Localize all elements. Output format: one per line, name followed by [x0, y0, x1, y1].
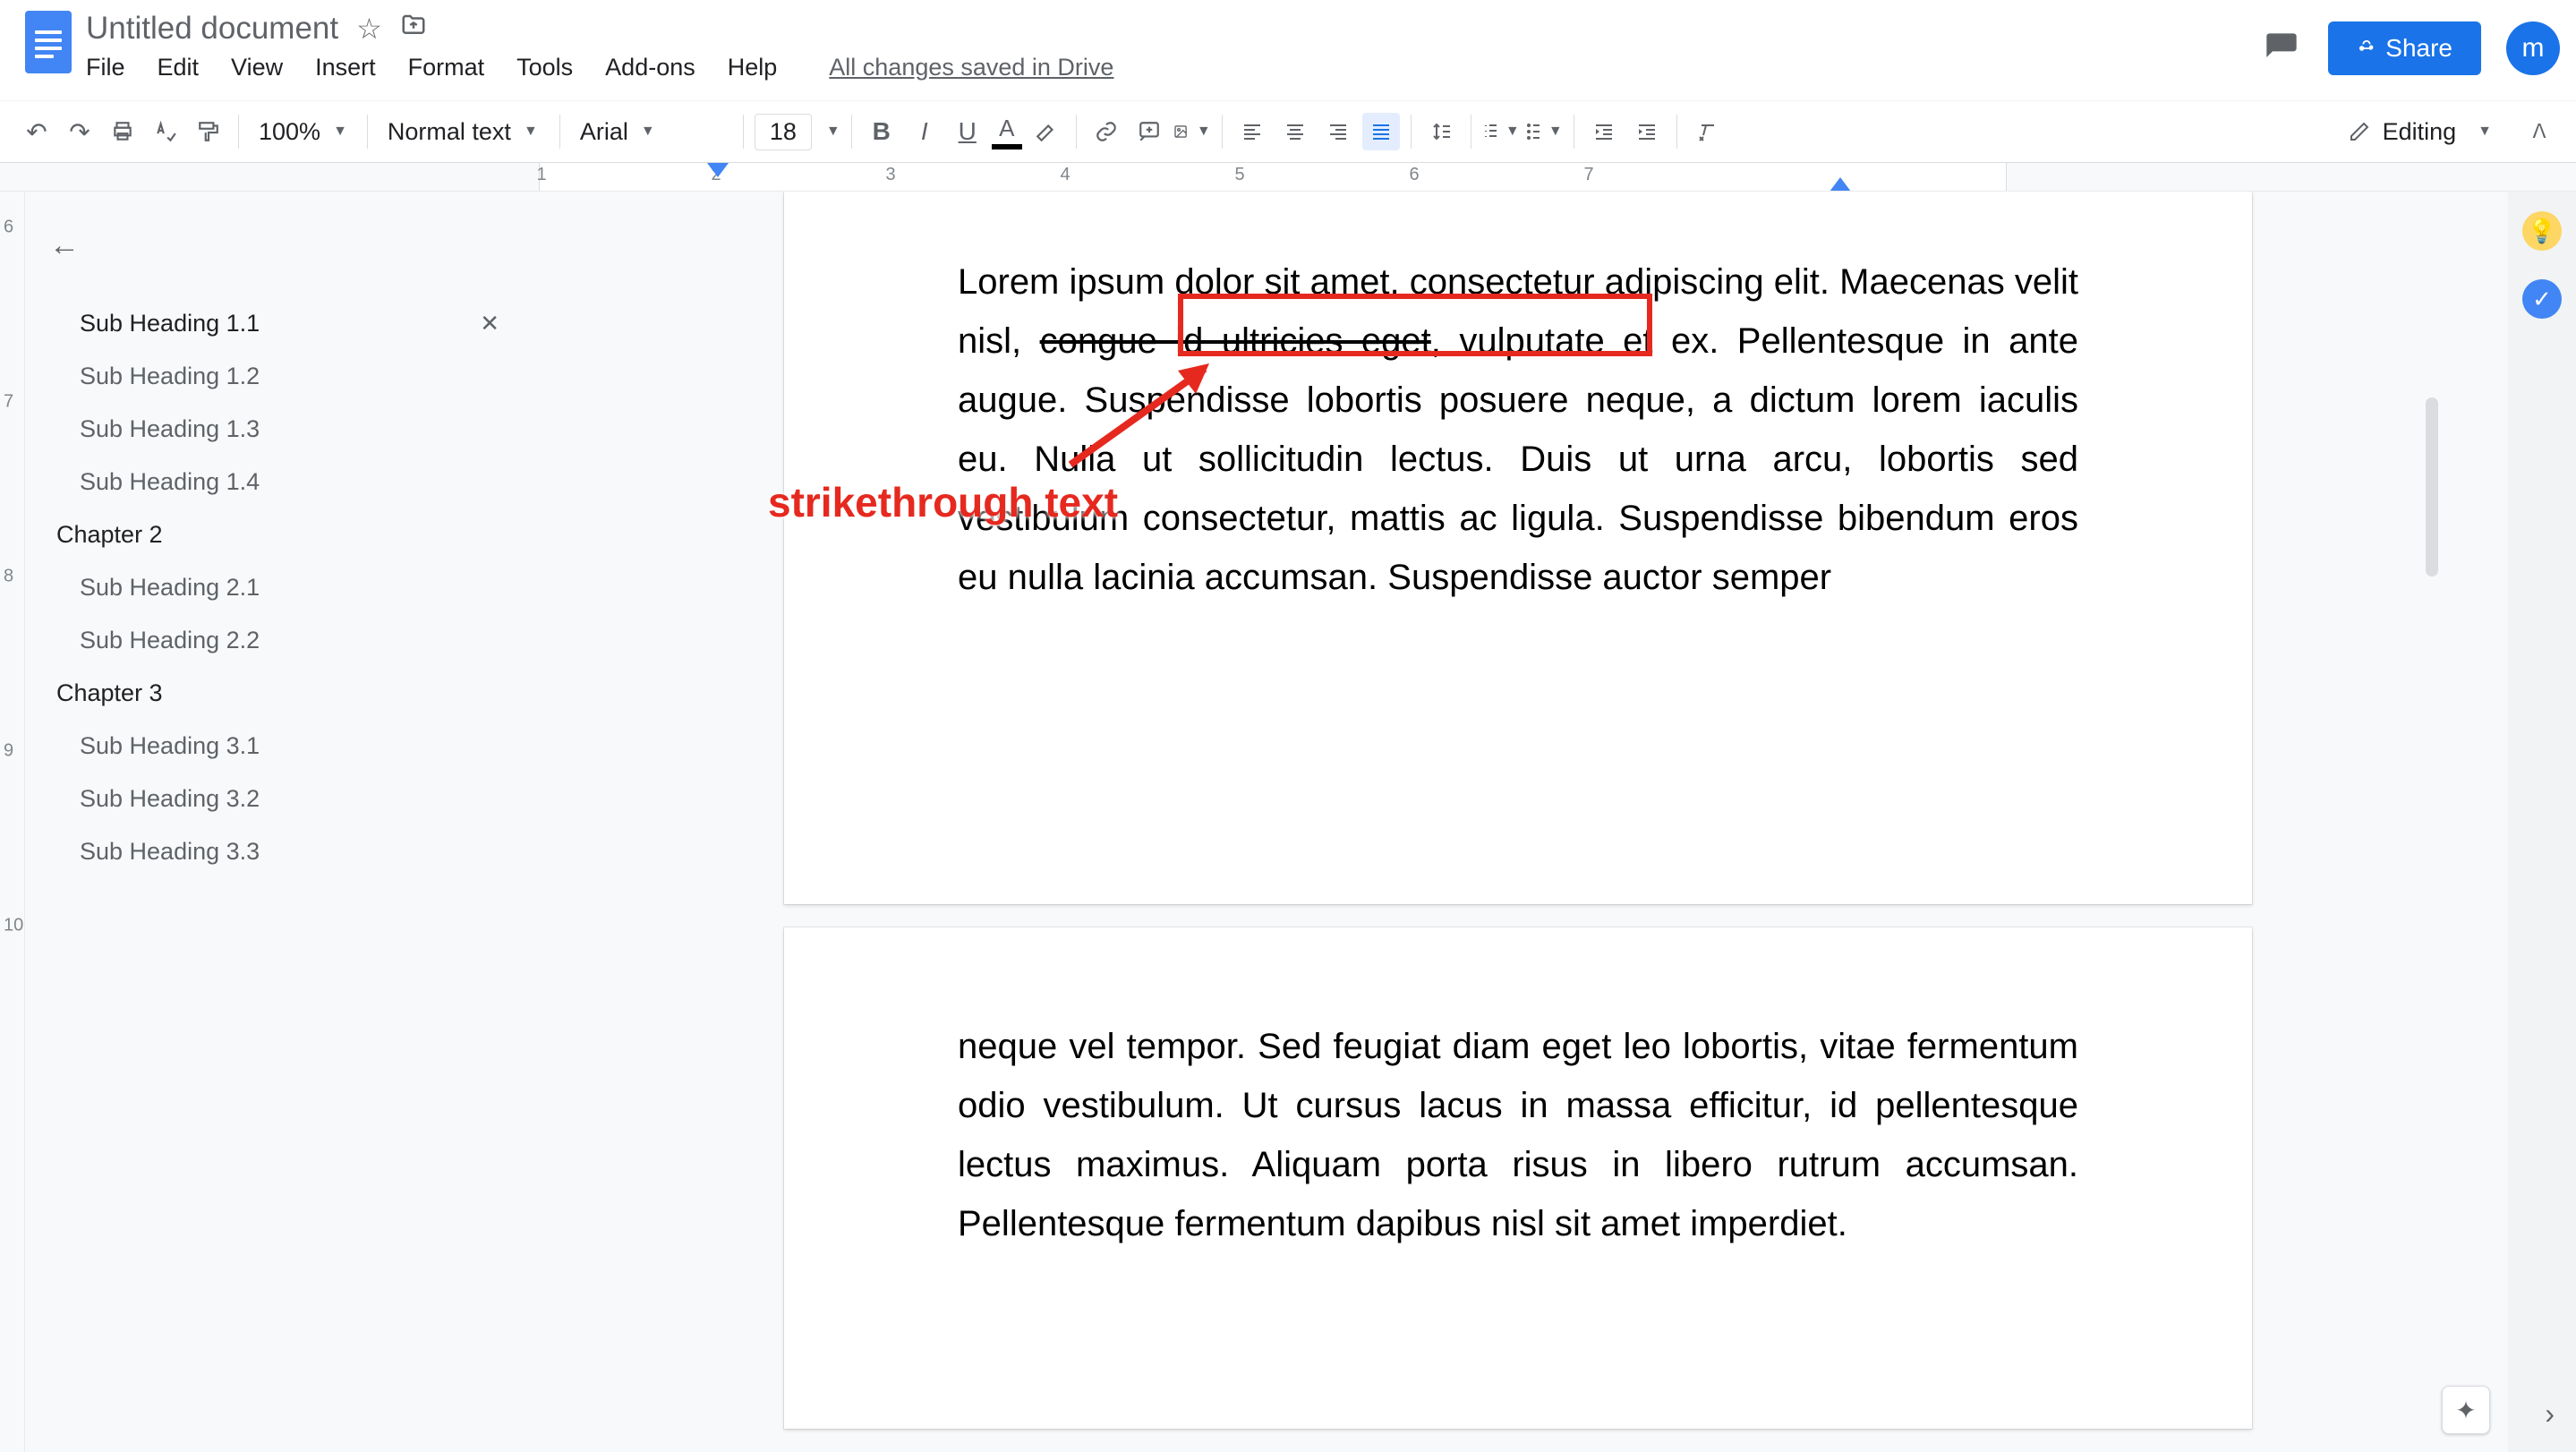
line-spacing-button[interactable] [1422, 113, 1460, 150]
outline-item-sub-heading-1-1[interactable]: Sub Heading 1.1 ✕ [43, 297, 510, 350]
scrollbar-thumb[interactable] [2426, 397, 2438, 577]
outline-item-sub-heading-1-2[interactable]: Sub Heading 1.2 [43, 350, 510, 403]
vruler-mark: 6 [4, 218, 13, 238]
paint-format-button[interactable] [190, 113, 227, 150]
document-page-1[interactable]: Lorem ipsum dolor sit amet, consectetur … [784, 192, 2252, 904]
bold-button[interactable]: B [863, 113, 900, 150]
right-indent-marker[interactable] [1830, 177, 1851, 192]
menu-edit[interactable]: Edit [158, 54, 200, 81]
menu-file[interactable]: File [86, 54, 125, 81]
vruler-mark: 7 [4, 392, 13, 413]
outline-item-label: Chapter 2 [56, 521, 163, 549]
ruler-mark: 1 [536, 165, 546, 185]
outline-item-label: Sub Heading 2.2 [80, 627, 260, 654]
docs-logo-icon[interactable] [16, 11, 81, 75]
outline-item-sub-heading-3-2[interactable]: Sub Heading 3.2 [43, 773, 510, 825]
outline-item-sub-heading-1-4[interactable]: Sub Heading 1.4 [43, 456, 510, 508]
align-justify-button[interactable] [1362, 113, 1400, 150]
highlight-button[interactable] [1028, 113, 1065, 150]
font-dropdown[interactable]: Arial▼ [571, 113, 732, 150]
outline-item-label: Sub Heading 3.3 [80, 838, 260, 866]
outline-item-sub-heading-3-1[interactable]: Sub Heading 3.1 [43, 720, 510, 773]
align-center-button[interactable] [1276, 113, 1314, 150]
account-avatar[interactable]: m [2506, 21, 2560, 75]
outline-item-label: Sub Heading 3.1 [80, 732, 260, 760]
menu-tools[interactable]: Tools [516, 54, 573, 81]
outline-item-label: Chapter 3 [56, 679, 163, 707]
ruler-mark: 3 [885, 165, 895, 185]
menu-help[interactable]: Help [728, 54, 778, 81]
align-left-button[interactable] [1233, 113, 1271, 150]
ruler-mark: 5 [1234, 165, 1244, 185]
menu-view[interactable]: View [231, 54, 283, 81]
document-title[interactable]: Untitled document [86, 11, 338, 47]
explore-button[interactable]: ✦ [2442, 1386, 2490, 1434]
strikethrough-text[interactable]: congue id ultricies eget [1040, 321, 1431, 361]
keep-icon[interactable]: 💡 [2522, 211, 2562, 251]
share-button[interactable]: Share [2328, 21, 2481, 75]
save-status[interactable]: All changes saved in Drive [829, 54, 1113, 81]
italic-button[interactable]: I [906, 113, 943, 150]
undo-button[interactable]: ↶ [18, 113, 55, 150]
outline-item-label: Sub Heading 1.3 [80, 415, 260, 443]
outline-item-label: Sub Heading 3.2 [80, 785, 260, 813]
text-color-button[interactable]: A [992, 115, 1022, 149]
body-text[interactable]: , vulputate et ex. Pellentesque in ante … [958, 321, 2078, 597]
menu-insert[interactable]: Insert [315, 54, 376, 81]
comments-icon[interactable] [2260, 27, 2303, 70]
outline-item-label: Sub Heading 2.1 [80, 574, 260, 602]
tasks-icon[interactable]: ✓ [2522, 279, 2562, 319]
outline-item-label: Sub Heading 1.2 [80, 363, 260, 390]
collapse-toolbar-icon[interactable]: ᐱ [2521, 113, 2558, 150]
style-dropdown[interactable]: Normal text▼ [379, 113, 549, 150]
move-to-folder-icon[interactable] [400, 12, 427, 46]
spellcheck-button[interactable] [147, 113, 184, 150]
underline-button[interactable]: U [949, 113, 986, 150]
hide-side-panel-icon[interactable]: › [2545, 1397, 2555, 1431]
bulleted-list-button[interactable]: ▼ [1525, 113, 1563, 150]
insert-image-button[interactable]: ▼ [1173, 113, 1211, 150]
outline-item-label: Sub Heading 1.1 [80, 310, 260, 337]
outline-item-chapter-3[interactable]: Chapter 3 [43, 667, 510, 720]
menu-add-ons[interactable]: Add-ons [605, 54, 695, 81]
clear-formatting-button[interactable] [1688, 113, 1726, 150]
redo-button[interactable]: ↷ [61, 113, 98, 150]
outline-item-sub-heading-3-3[interactable]: Sub Heading 3.3 [43, 825, 510, 878]
hide-outline-icon[interactable]: ← [43, 224, 86, 267]
zoom-dropdown[interactable]: 100%▼ [250, 113, 356, 150]
vruler-mark: 10 [4, 916, 23, 936]
editing-mode-dropdown[interactable]: Editing▼ [2333, 118, 2508, 146]
vruler-mark: 8 [4, 567, 13, 587]
ruler-mark: 6 [1409, 165, 1419, 185]
first-line-indent-marker[interactable] [707, 163, 729, 177]
remove-outline-item-icon[interactable]: ✕ [480, 310, 499, 337]
align-right-button[interactable] [1319, 113, 1357, 150]
outline-item-sub-heading-1-3[interactable]: Sub Heading 1.3 [43, 403, 510, 456]
outline-item-chapter-2[interactable]: Chapter 2 [43, 508, 510, 561]
ruler-mark: 4 [1060, 165, 1070, 185]
increase-indent-button[interactable] [1628, 113, 1666, 150]
star-icon[interactable]: ☆ [356, 12, 382, 46]
ruler-mark: 7 [1583, 165, 1593, 185]
menu-format[interactable]: Format [408, 54, 485, 81]
outline-item-sub-heading-2-1[interactable]: Sub Heading 2.1 [43, 561, 510, 614]
font-size-input[interactable] [755, 114, 812, 150]
document-page-2[interactable]: neque vel tempor. Sed feugiat diam eget … [784, 927, 2252, 1429]
body-text[interactable]: neque vel tempor. Sed feugiat diam eget … [958, 1017, 2078, 1253]
font-size-dropdown-icon[interactable]: ▼ [826, 124, 840, 140]
vruler-mark: 9 [4, 741, 13, 762]
outline-item-label: Sub Heading 1.4 [80, 468, 260, 496]
outline-item-sub-heading-2-2[interactable]: Sub Heading 2.2 [43, 614, 510, 667]
print-button[interactable] [104, 113, 141, 150]
numbered-list-button[interactable]: ▼ [1482, 113, 1520, 150]
insert-link-button[interactable] [1088, 113, 1125, 150]
decrease-indent-button[interactable] [1585, 113, 1623, 150]
add-comment-button[interactable] [1130, 113, 1168, 150]
